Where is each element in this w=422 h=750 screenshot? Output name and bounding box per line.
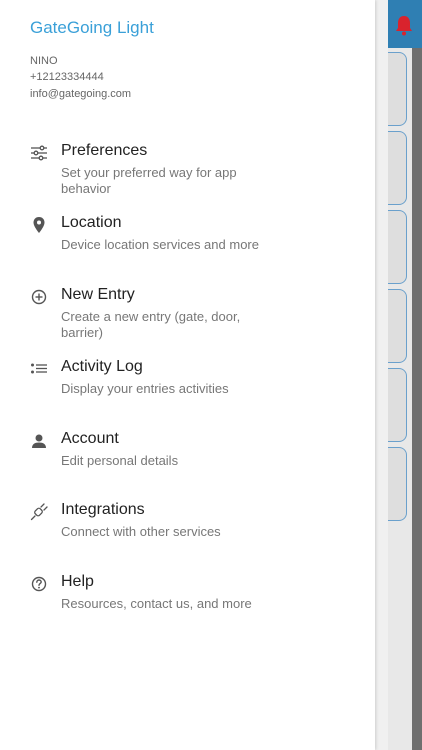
sliders-icon	[31, 145, 47, 161]
background-card[interactable]	[388, 131, 407, 205]
menu-item-new-entry[interactable]: New Entry Create a new entry (gate, door…	[0, 284, 375, 348]
menu-item-description: Set your preferred way for app behavior	[61, 165, 237, 196]
menu-item-label: New Entry	[61, 286, 135, 303]
background-card[interactable]	[388, 368, 407, 442]
menu-item-description: Connect with other services	[61, 524, 221, 539]
menu-item-description: Create a new entry (gate, door, barrier)	[61, 309, 241, 340]
menu-item-description: Display your entries activities	[61, 381, 229, 396]
menu-item-integrations[interactable]: Integrations Connect with other services	[0, 499, 375, 563]
user-name: NINO	[30, 55, 58, 67]
menu-item-activity-log[interactable]: Activity Log Display your entries activi…	[0, 356, 375, 420]
user-email: info@gategoing.com	[30, 88, 132, 100]
background-card[interactable]	[388, 210, 407, 284]
navigation-drawer: GateGoing Light NINO +12123334444 info@g…	[0, 0, 375, 750]
list-icon	[31, 363, 47, 374]
person-icon	[32, 434, 46, 448]
background-scrim-strip	[375, 0, 388, 750]
screen: GateGoing Light NINO +12123334444 info@g…	[0, 0, 422, 750]
add-circle-icon	[31, 289, 47, 305]
background-edge	[412, 48, 422, 750]
help-icon	[31, 576, 47, 592]
menu-item-help[interactable]: Help Resources, contact us, and more	[0, 571, 375, 635]
location-pin-icon	[33, 217, 45, 233]
background-card[interactable]	[388, 447, 407, 521]
menu-item-label: Activity Log	[61, 358, 143, 375]
menu-item-label: Help	[61, 573, 94, 590]
menu-item-label: Integrations	[61, 501, 145, 518]
notification-bell-icon[interactable]	[394, 14, 414, 36]
plug-icon	[30, 503, 48, 521]
menu-item-description: Device location services and more	[61, 237, 259, 252]
menu-item-location[interactable]: Location Device location services and mo…	[0, 212, 375, 276]
menu-item-description: Resources, contact us, and more	[61, 596, 252, 611]
user-phone: +12123334444	[30, 71, 104, 83]
menu-item-label: Location	[61, 214, 122, 231]
background-card[interactable]	[388, 52, 407, 126]
menu-item-description: Edit personal details	[61, 453, 179, 468]
menu-item-label: Preferences	[61, 142, 148, 159]
menu-item-account[interactable]: Account Edit personal details	[0, 428, 375, 492]
menu-item-preferences[interactable]: Preferences Set your preferred way for a…	[0, 140, 375, 204]
background-card[interactable]	[388, 289, 407, 363]
app-title: GateGoing Light	[30, 18, 154, 37]
menu-item-label: Account	[61, 430, 119, 447]
